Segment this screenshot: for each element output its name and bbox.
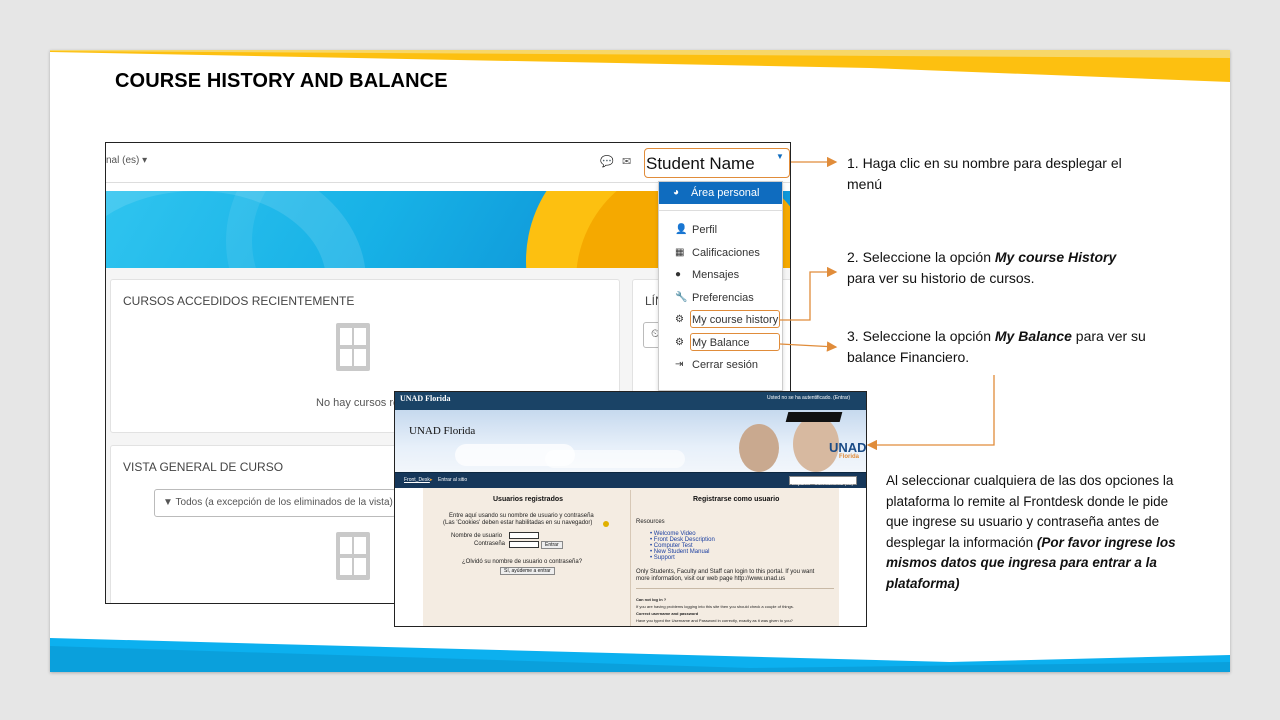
chevron-down-icon: ▼ xyxy=(776,152,784,161)
auth-status[interactable]: Usted no se ha autentificado. (Entrar) xyxy=(767,395,850,401)
breadcrumb-separator-icon: ▸ xyxy=(430,477,433,483)
mail-icon[interactable]: ✉ xyxy=(622,155,631,168)
help-icon[interactable] xyxy=(603,521,609,527)
menu-item-calificaciones[interactable]: ▦ Calificaciones xyxy=(659,247,782,267)
menu-item-mensajes[interactable]: ● Mensajes xyxy=(659,269,782,289)
forgot-credentials-text: ¿Olvidó su nombre de usuario o contraseñ… xyxy=(462,559,583,565)
username-input[interactable] xyxy=(509,532,539,539)
gear-icon: ⚙ xyxy=(675,314,684,325)
annotation-step-3: 3. Seleccione la opción My Balance para … xyxy=(847,328,1146,365)
frontdesk-site-title: UNAD Florida xyxy=(409,425,476,437)
menu-item-preferencias[interactable]: 🔧 Preferencias xyxy=(659,292,782,312)
breadcrumb-home[interactable]: Front_Desk xyxy=(404,477,430,483)
menu-item-perfil[interactable]: 👤 Perfil xyxy=(659,224,782,244)
breadcrumb-current: Entrar al sitio xyxy=(438,477,468,483)
password-input[interactable] xyxy=(509,541,539,548)
annotation-step-2: 2. Seleccione la opción My course Histor… xyxy=(847,249,1117,286)
portal-info-line-1: Only Students, Faculty and Staff can log… xyxy=(636,569,815,575)
unad-logo-sub: Florida xyxy=(839,454,860,460)
resources-label: Resources xyxy=(636,519,665,525)
annotation-note: Al seleccionar cualquiera de las dos opc… xyxy=(886,473,1176,591)
empty-courses-image xyxy=(336,323,370,371)
course-overview-title: VISTA GENERAL DE CURSO xyxy=(123,460,284,474)
slide-title: COURSE HISTORY AND BALANCE xyxy=(115,70,448,92)
filter-icon: ▼ xyxy=(163,497,173,508)
menu-item-cerrar-sesion[interactable]: ⇥ Cerrar sesión xyxy=(659,359,782,379)
frontdesk-topbar: UNAD Florida Usted no se ha autentificad… xyxy=(395,392,866,410)
highlight-my-balance xyxy=(690,333,780,351)
frontdesk-banner: UNAD Florida xyxy=(395,410,867,472)
student-photo xyxy=(739,424,779,472)
wrench-icon: 🔧 xyxy=(675,292,688,303)
gear-icon: ⚙ xyxy=(675,337,684,348)
slide: COURSE HISTORY AND BALANCE nal (es) ▾ 💬 … xyxy=(50,50,1230,672)
course-filter-dropdown[interactable]: ▼ Todos (a excepción de los eliminados d… xyxy=(154,489,401,517)
correct-credentials-detail: Have you typed the Username and Password… xyxy=(636,618,793,623)
resource-link-support[interactable]: • Support xyxy=(650,555,675,561)
chat-icon[interactable]: 💬 xyxy=(600,155,614,168)
registered-users-heading: Usuarios registrados xyxy=(493,496,564,503)
login-button[interactable]: Entrar xyxy=(541,541,563,549)
user-icon: 👤 xyxy=(675,224,688,235)
unad-logo: UNAD xyxy=(829,440,867,455)
language-selector[interactable]: nal (es) ▾ xyxy=(106,155,147,166)
registered-instructions: Entre aquí usando su nombre de usuario y… xyxy=(449,513,594,519)
dashboard-icon: ◕ xyxy=(673,187,680,198)
highlight-my-course-history xyxy=(690,310,780,328)
username-label: Nombre de usuario xyxy=(451,533,503,539)
graduation-cap-icon xyxy=(785,412,843,422)
user-dropdown-menu: ◕ Área personal 👤 Perfil ▦ Calificaciones … xyxy=(658,181,783,391)
empty-overview-image xyxy=(336,532,370,580)
recent-courses-title: CURSOS ACCEDIDOS RECIENTEMENTE xyxy=(123,294,355,308)
frontdesk-login-screenshot: UNAD Florida Usted no se ha autentificad… xyxy=(394,391,867,627)
logout-icon: ⇥ xyxy=(675,359,684,370)
cant-login-heading: Can not log in ? xyxy=(636,597,667,602)
password-label: Contraseña xyxy=(474,541,506,547)
table-icon: ▦ xyxy=(675,247,685,258)
moodle-navbar: nal (es) ▾ 💬 ✉ Student Name ▼ xyxy=(106,143,790,183)
help-login-button[interactable]: Sí, ayúdeme a entrar xyxy=(500,567,555,575)
frontdesk-language-select[interactable]: Español - Internacional (es) xyxy=(789,476,857,487)
register-heading: Registrarse como usuario xyxy=(693,496,780,503)
frontdesk-breadcrumb-bar: Front_Desk ▸ Entrar al sitio Español - I… xyxy=(395,472,866,488)
correct-credentials-heading: Correct username and password xyxy=(636,611,699,616)
frontdesk-brand: UNAD Florida xyxy=(400,394,451,403)
portal-info-line-2: more information, visit our web page htt… xyxy=(636,576,786,582)
menu-item-area-personal[interactable]: ◕ Área personal xyxy=(659,182,782,204)
cookies-notice: (Las 'Cookies' deben estar habilitadas e… xyxy=(443,520,593,526)
student-name[interactable]: Student Name xyxy=(646,154,755,174)
annotation-step-1: 1. Haga clic en su nombre para desplegar… xyxy=(847,155,1122,192)
cant-login-detail: If you are having problems logging into … xyxy=(636,604,794,609)
chat-bubble-icon: ● xyxy=(675,269,682,280)
